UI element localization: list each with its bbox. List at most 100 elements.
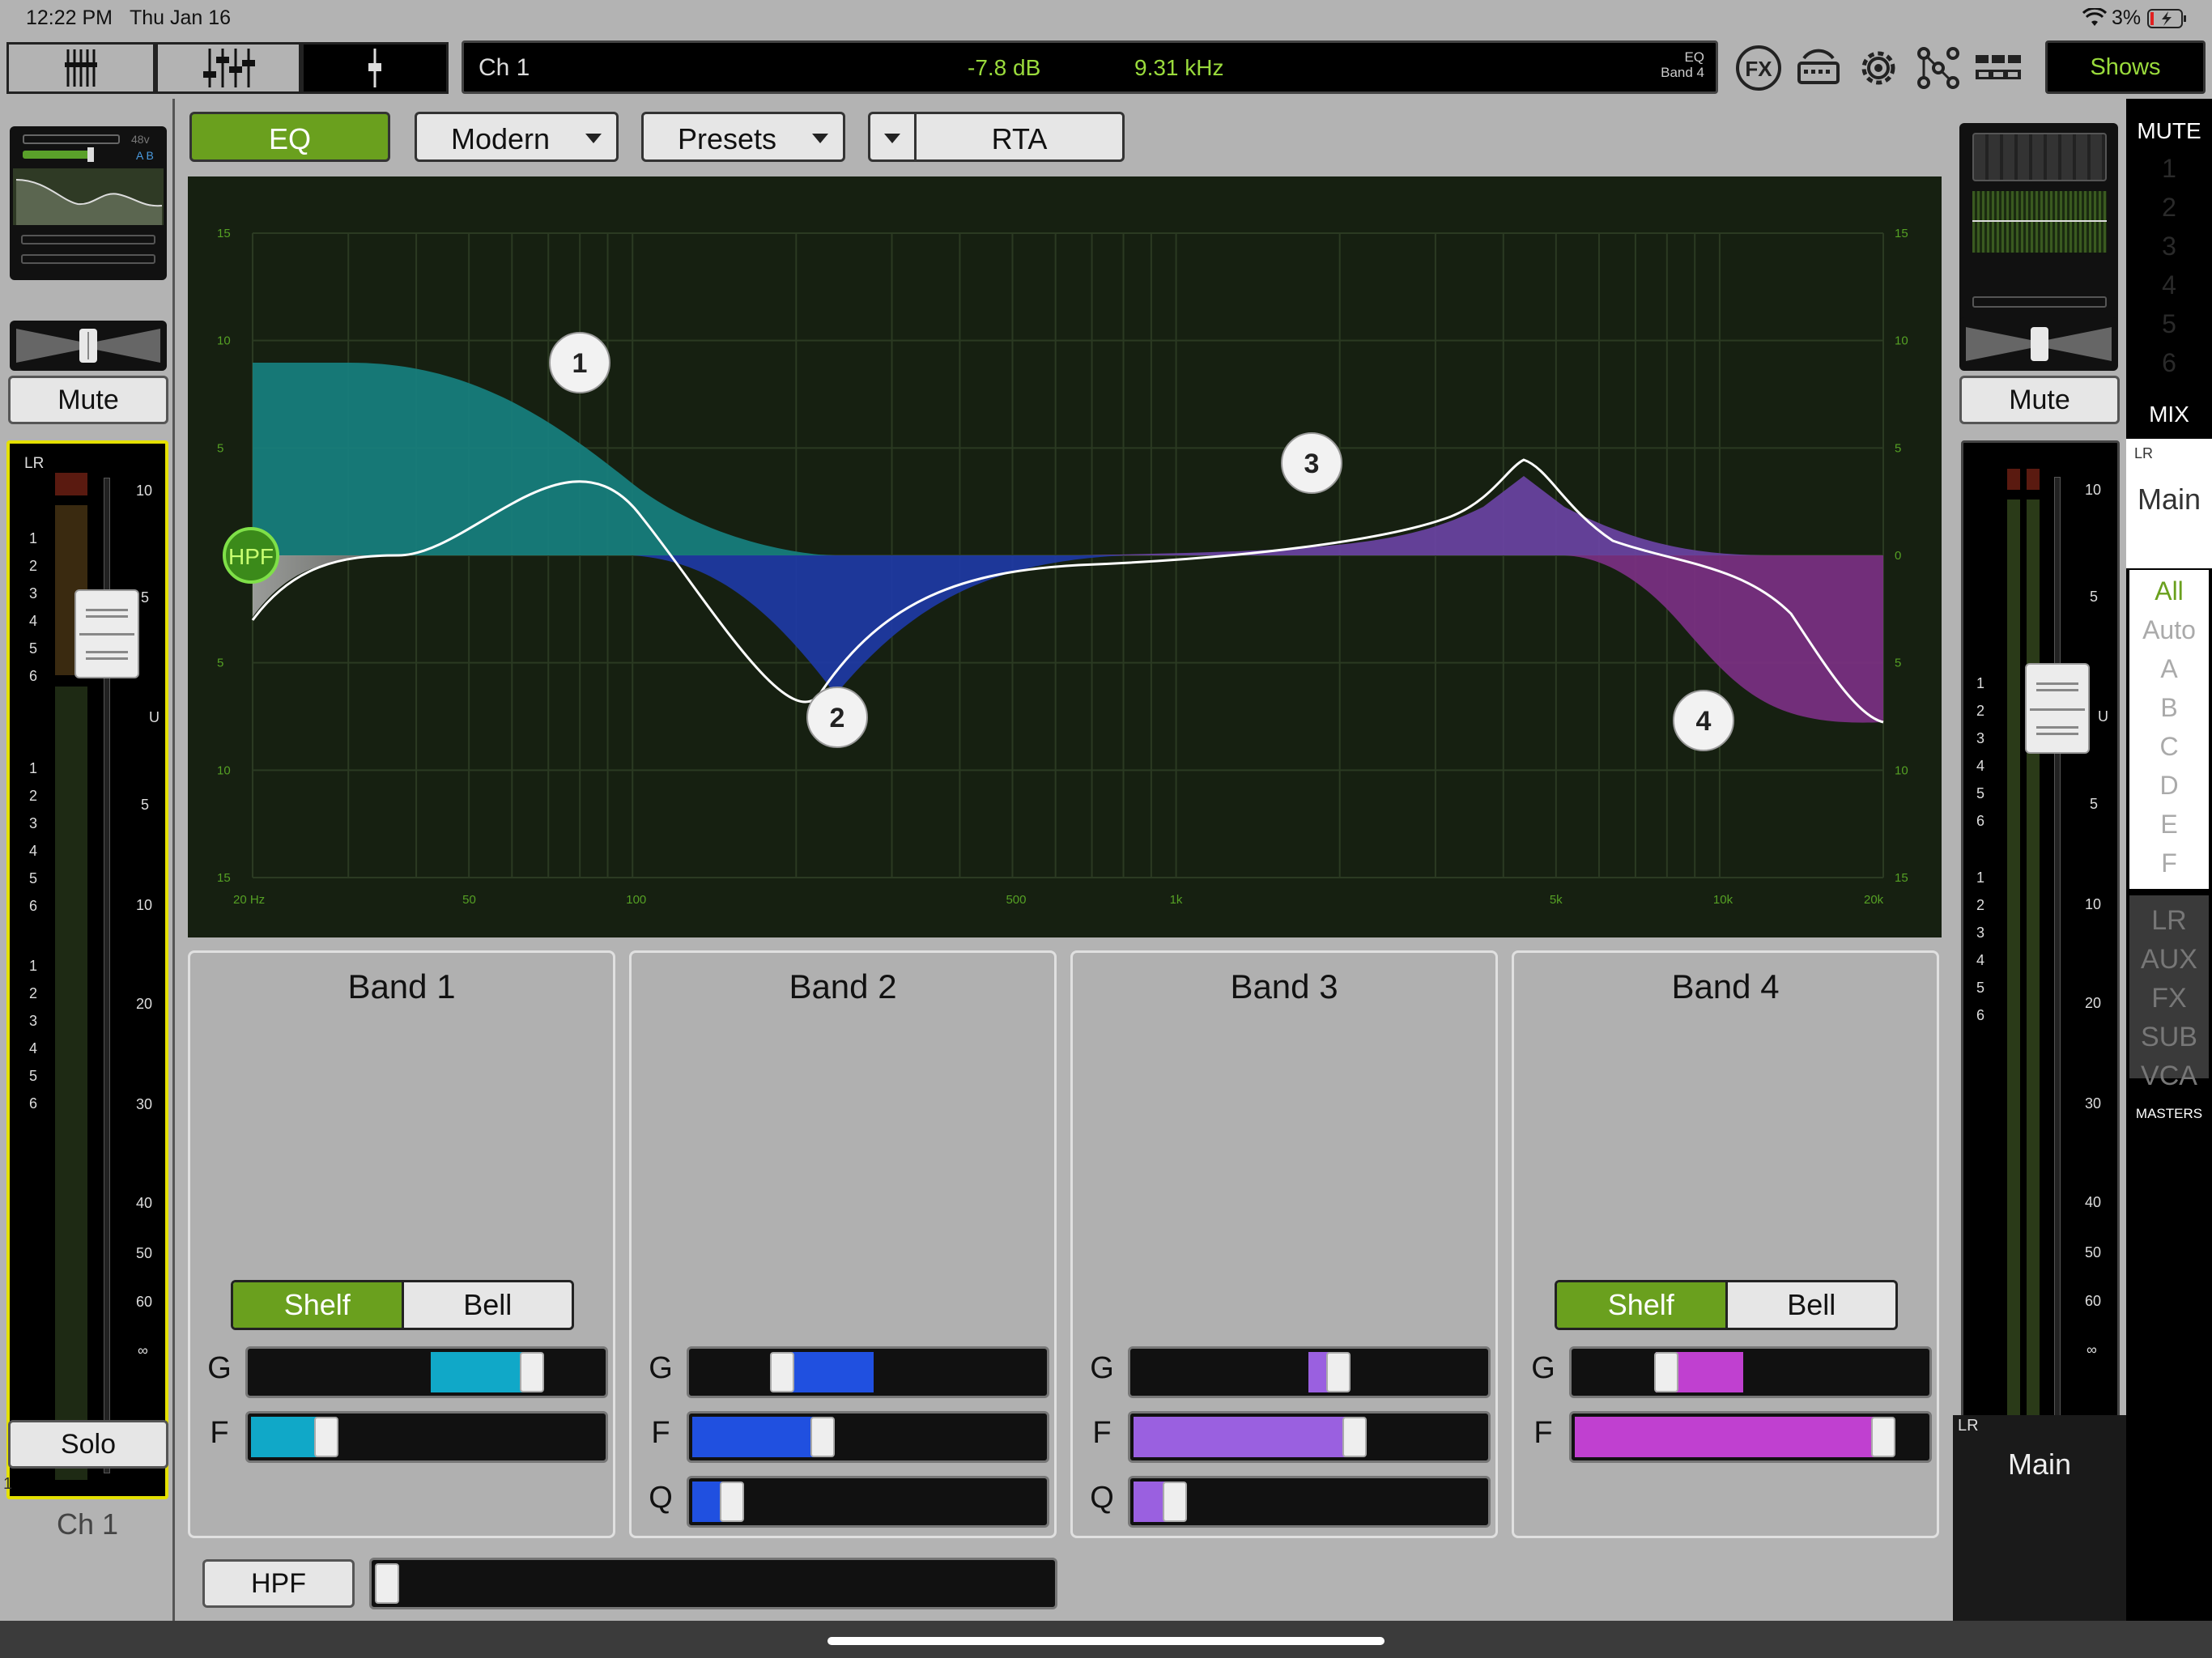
band-2-title: Band 2 (789, 967, 897, 1005)
master-vca[interactable]: VCA (2126, 1061, 2212, 1092)
db-label-left: 15 (217, 227, 231, 240)
band-2-gain-slider[interactable]: G (644, 1346, 1049, 1398)
channel-info-panel: Ch 1 -7.8 dB 9.31 kHz EQ Band 4 (462, 40, 1718, 94)
band-1-bell-option[interactable]: Bell (401, 1282, 572, 1328)
eq-tab[interactable]: EQ (189, 112, 390, 162)
wifi-icon (2082, 8, 2107, 26)
mix-filter-auto[interactable]: Auto (2126, 615, 2212, 645)
main-name-panel[interactable]: LR Main (1953, 1415, 2126, 1621)
band-4-type-toggle[interactable]: Shelf Bell (1555, 1280, 1898, 1330)
patch-icon[interactable] (1912, 42, 1964, 94)
shows-button[interactable]: Shows (2045, 40, 2206, 94)
main-pan-control[interactable] (1959, 317, 2118, 371)
rta-button[interactable]: RTA (914, 112, 1125, 162)
main-scale-minus10: 10 (2085, 896, 2102, 912)
eq-graph[interactable]: 15 15 10 10 5 5 0 5 5 10 10 15 15 20 Hz 50 100 500 1k 5k 1… (188, 176, 1942, 937)
meter-ticks-1: 123456 (29, 530, 38, 684)
main-meter-ticks-1: 123456 (1976, 675, 1985, 829)
mix-filter-a[interactable]: A (2126, 654, 2212, 684)
channel-fader-cap[interactable] (74, 589, 139, 678)
channel-overview-panel[interactable]: 48v A B (10, 126, 167, 280)
mix-filter-c[interactable]: C (2126, 732, 2212, 762)
band-3-gain-slider[interactable]: G (1086, 1346, 1491, 1398)
hpf-slider-knob[interactable] (375, 1563, 399, 1604)
mixer-view-button[interactable] (155, 42, 301, 94)
band-2-handle[interactable]: 2 (806, 687, 868, 748)
hpf-button[interactable]: HPF (202, 1559, 355, 1608)
chevron-down-icon (884, 134, 900, 143)
channel-fader-section: LR 123456 123456 123456 10 5 U 5 10 20 3… (6, 440, 168, 1499)
mute-mix-nav: MUTE 1 2 3 4 5 6 MIX LR Main All Auto A … (2126, 99, 2212, 1621)
home-indicator[interactable] (827, 1637, 1385, 1645)
single-channel-view-button[interactable] (301, 42, 449, 94)
master-aux[interactable]: AUX (2126, 944, 2212, 976)
meter-lower (55, 687, 87, 1480)
solo-button[interactable]: Solo (8, 1420, 168, 1469)
hpf-frequency-slider[interactable] (369, 1558, 1057, 1609)
band-2-fill (390, 555, 1127, 695)
svg-text:2: 2 (830, 703, 845, 733)
fader-scale-minus50: 50 (136, 1245, 153, 1261)
band-2-q-slider[interactable]: Q (644, 1476, 1049, 1528)
layout-icon[interactable] (1972, 42, 2024, 94)
master-fx[interactable]: FX (2126, 983, 2212, 1014)
band-1-freq-slider[interactable]: F (203, 1411, 608, 1463)
band-1-handle[interactable]: 1 (549, 332, 610, 393)
band-1-gain-slider[interactable]: G (203, 1346, 608, 1398)
mute-button[interactable]: Mute (8, 376, 168, 424)
mix-lr-label: LR (2134, 445, 2154, 461)
toolbar: Ch 1 -7.8 dB 9.31 kHz EQ Band 4 FX Shows (0, 37, 2212, 99)
master-lr[interactable]: LR (2126, 905, 2212, 937)
main-mute-button[interactable]: Mute (1959, 376, 2120, 424)
mix-filter-all[interactable]: All (2126, 576, 2212, 606)
mute-group-2[interactable]: 2 (2126, 193, 2212, 223)
mix-filter-d[interactable]: D (2126, 771, 2212, 801)
band-4-freq-slider[interactable]: F (1527, 1411, 1932, 1463)
band-4-handle[interactable]: 4 (1673, 690, 1734, 751)
battery-icon (2147, 9, 2186, 28)
router-icon[interactable] (1793, 42, 1844, 94)
eq-mode-dropdown[interactable]: Modern (415, 112, 619, 162)
mix-title: MIX (2149, 402, 2189, 427)
fader-scale-inf: ∞ (138, 1342, 148, 1358)
mix-selected-panel[interactable]: LR Main (2126, 439, 2212, 568)
channel-strips-icon (65, 49, 97, 87)
gear-icon[interactable] (1853, 42, 1904, 94)
masters-label: MASTERS (2135, 1106, 2203, 1121)
svg-text:1: 1 (572, 348, 588, 379)
master-sub[interactable]: SUB (2126, 1022, 2212, 1053)
band-1-type-toggle[interactable]: Shelf Bell (231, 1280, 574, 1330)
mix-filter-e[interactable]: E (2126, 810, 2212, 840)
eq-graph-canvas[interactable]: 15 1510 105 505 510 1015 15 20 Hz 50 100 500 1k 5k 1… (188, 176, 1942, 937)
mute-group-6[interactable]: 6 (2126, 348, 2212, 378)
band-4-gain-slider[interactable]: G (1527, 1346, 1932, 1398)
main-lr-label: LR (1958, 1417, 1979, 1435)
band-3-handle[interactable]: 3 (1281, 432, 1342, 494)
main-scale-minus5: 5 (2090, 796, 2099, 812)
main-scale-5: 5 (2090, 589, 2099, 605)
main-dynamics-meter (1972, 296, 2107, 308)
mute-group-3[interactable]: 3 (2126, 232, 2212, 261)
pan-shape (1966, 327, 2112, 361)
band-3-freq-slider[interactable]: F (1086, 1411, 1491, 1463)
fx-icon[interactable]: FX (1733, 42, 1784, 94)
hpf-handle[interactable]: HPF (223, 527, 279, 584)
presets-dropdown[interactable]: Presets (641, 112, 845, 162)
main-fader-cap[interactable] (2025, 663, 2090, 754)
band-1-shelf-option[interactable]: Shelf (233, 1282, 402, 1328)
rta-dropdown[interactable] (868, 112, 917, 162)
mix-filter-b[interactable]: B (2126, 693, 2212, 723)
band-3-q-slider[interactable]: Q (1086, 1476, 1491, 1528)
mute-group-5[interactable]: 5 (2126, 309, 2212, 339)
band-4-shelf-option[interactable]: Shelf (1557, 1282, 1725, 1328)
mute-group-1[interactable]: 1 (2126, 154, 2212, 184)
mix-filter-f[interactable]: F (2126, 848, 2212, 878)
pan-control[interactable] (10, 321, 167, 371)
db-label-right: 10 (1895, 334, 1908, 348)
single-fader-icon (368, 49, 381, 87)
band-4-bell-option[interactable]: Bell (1725, 1282, 1896, 1328)
band-2-freq-slider[interactable]: F (644, 1411, 1049, 1463)
mute-group-4[interactable]: 4 (2126, 270, 2212, 300)
main-overview-panel[interactable] (1959, 123, 2118, 330)
channels-view-button[interactable] (6, 42, 155, 94)
